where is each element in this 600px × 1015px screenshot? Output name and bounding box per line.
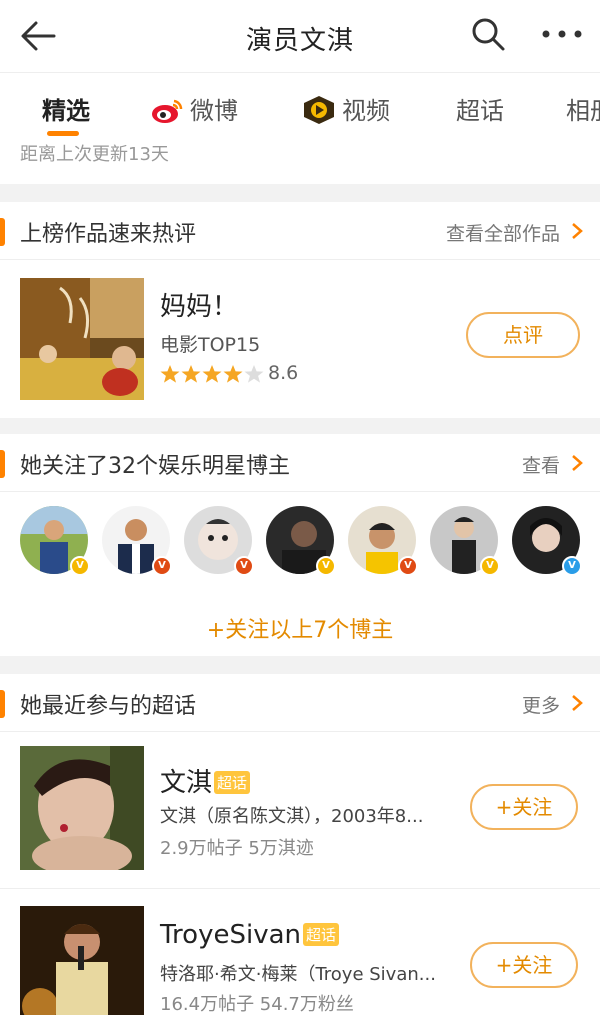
follow-topic-button[interactable]: +关注 [470, 784, 578, 830]
topic-stats: 16.4万帖子 54.7万粉丝 [160, 994, 354, 1015]
verified-badge-icon: V [316, 556, 336, 576]
verified-badge-icon: V [398, 556, 418, 576]
view-following-link[interactable]: 查看 [522, 451, 560, 478]
follow-all-button[interactable]: +关注以上7个博主 [0, 612, 600, 644]
divider [0, 888, 600, 889]
work-score: 8.6 [268, 362, 299, 384]
supertopic-tag: 超话 [214, 771, 251, 794]
topic-thumbnail-image [20, 906, 144, 1015]
supertopic-tag: 超话 [303, 923, 340, 946]
section-header: 她关注了32个娱乐明星博主 查看 [0, 434, 600, 492]
more-dots-icon[interactable] [540, 24, 584, 44]
topic-title[interactable]: 文淇 超话 [160, 762, 251, 799]
verified-badge-icon: V [152, 556, 172, 576]
tab-label: 视频 [342, 97, 390, 125]
movie-poster[interactable] [20, 278, 144, 400]
avatar[interactable]: V [266, 506, 336, 576]
more-topics-link[interactable]: 更多 [522, 691, 560, 718]
section-accent-bar [0, 218, 5, 246]
avatar[interactable]: V [348, 506, 418, 576]
topic-description: 特洛耶·希文·梅莱（Troye Sivan... [160, 964, 436, 985]
section-accent-bar [0, 690, 5, 718]
topic-thumbnail-image [20, 746, 144, 870]
avatar[interactable]: V [430, 506, 500, 576]
tab-featured[interactable]: 精选 [42, 91, 90, 126]
topic-name-text: 文淇 [160, 768, 213, 798]
section-title: 她最近参与的超话 [20, 694, 197, 719]
review-button[interactable]: 点评 [466, 312, 580, 358]
topic-thumbnail[interactable] [20, 906, 144, 1015]
avatar[interactable]: V [512, 506, 582, 576]
view-all-works-link[interactable]: 查看全部作品 [446, 219, 560, 246]
tab-supertopic[interactable]: 超话 [456, 91, 504, 126]
update-text: 距离上次更新13天 [20, 144, 169, 165]
verified-badge-icon: V [234, 556, 254, 576]
work-title[interactable]: 妈妈！ [160, 286, 238, 323]
section-accent-bar [0, 450, 5, 478]
chevron-right-icon[interactable] [570, 221, 584, 241]
weibo-icon [152, 99, 183, 123]
avatar[interactable]: V [184, 506, 254, 576]
section-header: 上榜作品速来热评 查看全部作品 [0, 202, 600, 260]
verified-badge-icon: V [562, 556, 582, 576]
follow-topic-button[interactable]: +关注 [470, 942, 578, 988]
movie-poster-image [20, 278, 144, 400]
works-section: 上榜作品速来热评 查看全部作品 妈妈！ 电影TOP15 8.6 点评 [0, 202, 600, 418]
topic-name-text: TroyeSivan [160, 920, 301, 950]
section-title: 上榜作品速来热评 [20, 222, 197, 247]
work-rank: 电影TOP15 [160, 334, 261, 356]
topic-title[interactable]: TroyeSivan 超话 [160, 920, 340, 950]
top-bar: 演员文淇 [0, 0, 600, 72]
topic-stats: 2.9万帖子 5万淇迹 [160, 838, 314, 859]
search-icon[interactable] [470, 16, 506, 52]
chevron-right-icon[interactable] [570, 693, 584, 713]
update-info: 距离上次更新13天 [0, 136, 600, 184]
tab-weibo[interactable]: 微博 [150, 91, 238, 126]
verified-badge-icon: V [480, 556, 500, 576]
page-title: 演员文淇 [245, 26, 354, 56]
chevron-right-icon[interactable] [570, 453, 584, 473]
tab-video[interactable]: 视频 [302, 91, 390, 126]
section-header: 她最近参与的超话 更多 [0, 674, 600, 732]
section-title: 她关注了32个娱乐明星博主 [20, 454, 290, 479]
topic-thumbnail[interactable] [20, 746, 144, 870]
tab-label: 微博 [190, 97, 238, 125]
tab-album[interactable]: 相册 [566, 91, 600, 126]
verified-badge-icon: V [70, 556, 90, 576]
tab-bar: 精选 微博 视频 超话 相册 [0, 72, 600, 136]
video-icon [304, 96, 334, 124]
avatar[interactable]: V [20, 506, 90, 576]
avatar[interactable]: V [102, 506, 172, 576]
rating-stars-icon [160, 365, 264, 383]
topic-description: 文淇（原名陈文淇），2003年8... [160, 806, 424, 827]
